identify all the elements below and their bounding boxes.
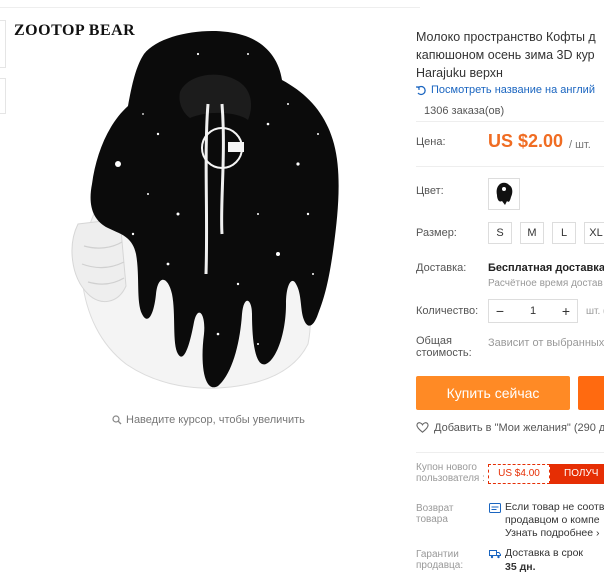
price-label: Цена: [416, 136, 446, 148]
product-details: Молоко пространство Кофты д капюшоном ос… [416, 0, 604, 586]
color-option[interactable] [488, 178, 520, 210]
orders-count: 1306 заказа(ов) [416, 102, 604, 122]
coupon-label: Купон нового пользователя : [416, 462, 485, 484]
add-to-wishlist-link[interactable]: Добавить в "Мои желания" (290 д [416, 421, 604, 434]
shipping-label: Доставка: [416, 262, 467, 274]
hoodie-image [71, 30, 339, 389]
title-line: капюшоном осень зима 3D кур [416, 48, 595, 62]
title-line: Harajuku верхн [416, 66, 503, 80]
thumbnail[interactable] [0, 78, 6, 114]
quantity-stepper: − 1 + [488, 299, 578, 323]
return-policy-line: продавцом о компе [505, 514, 600, 526]
quantity-label: Количество: [416, 305, 479, 317]
size-option-m[interactable]: M [520, 222, 544, 244]
price-value: US $2.00 [488, 131, 564, 151]
size-option-s[interactable]: S [488, 222, 512, 244]
get-coupon-button[interactable]: ПОЛУЧ [550, 464, 604, 484]
add-to-cart-button[interactable] [578, 376, 604, 410]
color-thumbnail-icon [496, 182, 513, 205]
quantity-unit: шт. ( [586, 306, 604, 317]
thumbnail[interactable] [0, 20, 6, 68]
quantity-decrease-button[interactable]: − [489, 300, 511, 322]
magnifier-icon [112, 415, 122, 425]
wishlist-text: Добавить в "Мои желания" (290 д [434, 421, 604, 434]
quantity-input[interactable]: 1 [511, 305, 555, 317]
heart-icon [416, 422, 429, 433]
guarantee-days: 35 дн. [505, 561, 536, 573]
guarantee-line: Доставка в срок [505, 547, 584, 559]
divider [416, 452, 604, 453]
color-label: Цвет: [416, 185, 444, 197]
price-unit: / шт. [569, 139, 591, 151]
size-option-xl[interactable]: XL [584, 222, 604, 244]
title-line: Молоко пространство Кофты д [416, 30, 596, 44]
view-english-name-text: Посмотреть название на англий [431, 84, 595, 96]
delivery-truck-icon [489, 550, 501, 559]
top-border [0, 0, 420, 8]
total-cost-label: Общая стоимость: [416, 335, 472, 359]
shipping-value[interactable]: Бесплатная доставка г [488, 262, 604, 274]
brand-watermark: ZOOTOP BEAR [14, 22, 136, 39]
total-cost-value: Зависит от выбранных [488, 337, 604, 349]
zoom-hint-text: Наведите курсор, чтобы увеличить [126, 414, 305, 426]
quantity-increase-button[interactable]: + [555, 300, 577, 322]
buy-now-button[interactable]: Купить сейчас [416, 376, 570, 410]
guarantee-label: Гарантии продавца: [416, 549, 464, 571]
return-label: Возврат товара [416, 503, 454, 525]
product-title: Молоко пространство Кофты д капюшоном ос… [416, 28, 604, 82]
product-image[interactable]: ZOOTOP BEAR [8, 14, 400, 406]
coupon-amount: US $4.00 [488, 464, 550, 484]
zoom-hint: Наведите курсор, чтобы увеличить [112, 414, 305, 426]
return-policy-line: Если товар не соотв [505, 501, 604, 513]
size-label: Размер: [416, 227, 457, 239]
size-option-l[interactable]: L [552, 222, 576, 244]
thumbnail-strip [0, 0, 8, 586]
divider [416, 166, 604, 167]
return-details-link[interactable]: Узнать подробнее › [505, 527, 600, 540]
translate-icon [416, 85, 426, 95]
view-english-name-link[interactable]: Посмотреть название на англий [416, 84, 595, 96]
shipping-time: Расчётное время достав [488, 278, 603, 289]
return-policy-icon [489, 503, 501, 513]
